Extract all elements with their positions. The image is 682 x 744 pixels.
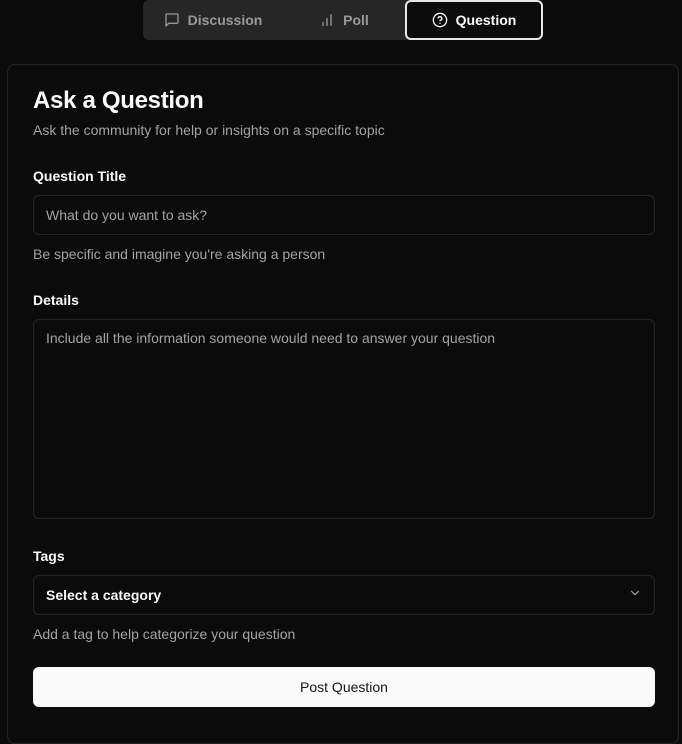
tab-question[interactable]: Question <box>405 0 543 40</box>
tab-discussion[interactable]: Discussion <box>143 0 283 40</box>
details-textarea[interactable] <box>33 319 655 519</box>
bar-chart-icon <box>319 12 335 28</box>
question-title-label: Question Title <box>33 168 127 184</box>
ask-question-card: Ask a Question Ask the community for hel… <box>7 64 679 744</box>
help-circle-icon <box>432 12 448 28</box>
details-label: Details <box>33 292 79 308</box>
tab-poll-label: Poll <box>343 12 369 28</box>
tab-question-label: Question <box>455 12 517 28</box>
tags-hint: Add a tag to help categorize your questi… <box>33 626 296 642</box>
tags-select[interactable]: Select a category <box>33 575 655 615</box>
tags-label: Tags <box>33 548 65 564</box>
page-title: Ask a Question <box>33 87 204 114</box>
tags-select-value: Select a category <box>46 587 162 603</box>
message-square-icon <box>164 12 180 28</box>
tab-discussion-label: Discussion <box>187 12 263 28</box>
question-title-hint: Be specific and imagine you're asking a … <box>33 246 326 262</box>
post-type-tabs: Discussion Poll Question <box>143 0 543 40</box>
tab-poll[interactable]: Poll <box>283 0 405 40</box>
chevron-down-icon <box>628 586 642 605</box>
page-subtitle: Ask the community for help or insights o… <box>33 122 385 138</box>
post-question-button[interactable]: Post Question <box>33 667 655 707</box>
question-title-input[interactable] <box>33 195 655 235</box>
